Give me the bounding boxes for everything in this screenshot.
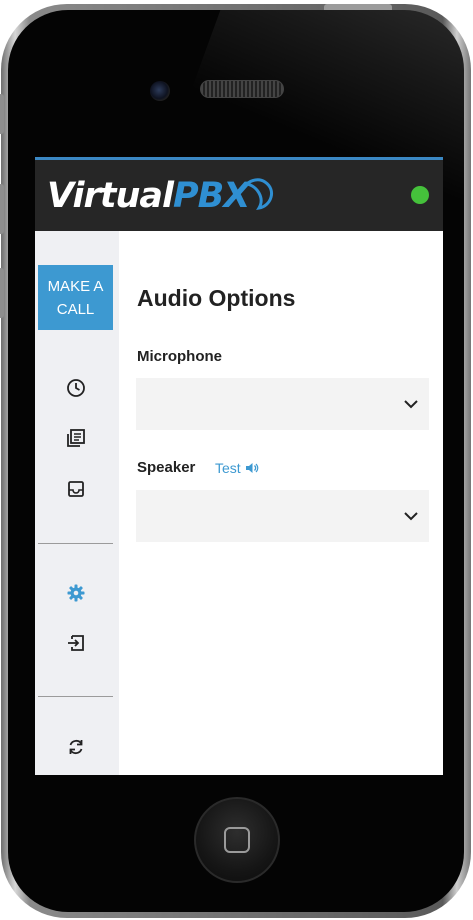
contacts-icon[interactable]: [64, 426, 88, 450]
speaker-test-link[interactable]: Test: [215, 460, 259, 476]
microphone-label: Microphone: [137, 348, 222, 365]
sidebar: MAKE A CALL: [35, 231, 119, 775]
chevron-down-icon: [404, 512, 418, 521]
microphone-select[interactable]: [136, 378, 429, 430]
front-camera: [150, 81, 170, 101]
home-button: [194, 797, 280, 883]
gear-icon[interactable]: [64, 581, 88, 605]
sidebar-divider-2: [38, 696, 113, 697]
speaker-label: Speaker: [137, 459, 196, 476]
volume-down-button: [0, 268, 4, 318]
inbox-icon[interactable]: [64, 477, 88, 501]
volume-up-button: [0, 184, 4, 234]
app-screen: Virtual PBX MAKE A CALL Audio Options Mi…: [35, 157, 443, 775]
virtualpbx-logo: Virtual PBX: [47, 174, 277, 218]
connection-status-dot: [411, 186, 429, 204]
speaker-select[interactable]: [136, 490, 429, 542]
sidebar-divider: [38, 543, 113, 544]
clock-icon[interactable]: [64, 376, 88, 400]
mute-switch: [0, 94, 4, 134]
chevron-down-icon: [404, 400, 418, 409]
volume-icon: [245, 463, 259, 473]
page-title: Audio Options: [137, 285, 296, 311]
earpiece-speaker: [200, 80, 284, 98]
make-a-call-button[interactable]: MAKE A CALL: [38, 265, 113, 330]
audio-options-panel: Audio Options Microphone Speaker Test: [119, 231, 443, 775]
logout-icon[interactable]: [64, 631, 88, 655]
refresh-icon[interactable]: [64, 735, 88, 759]
app-header: Virtual PBX: [35, 157, 443, 231]
